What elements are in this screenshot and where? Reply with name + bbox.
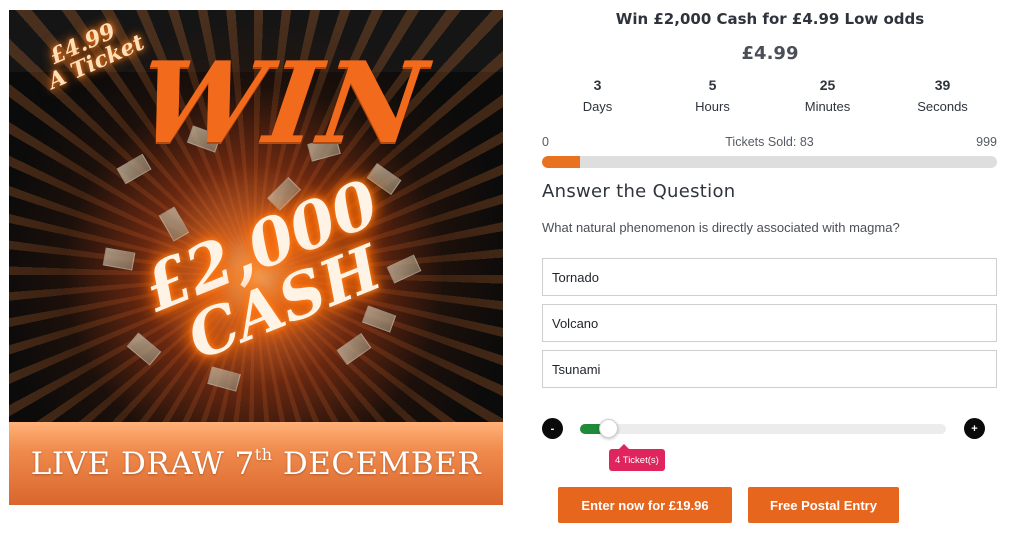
countdown-days: 3 Days (540, 76, 655, 115)
tickets-max-label: 999 (976, 135, 997, 149)
tickets-sold-row: 0 Tickets Sold: 83 999 (542, 135, 997, 151)
countdown-seconds-value: 39 (934, 77, 951, 93)
live-draw-text: LIVE DRAW 7th DECEMBER (31, 445, 481, 482)
competition-title: Win £2,000 Cash for £4.99 Low odds (615, 10, 925, 28)
question-text: What natural phenomenon is directly asso… (542, 220, 900, 235)
answer-option-tsunami[interactable]: Tsunami (542, 350, 997, 388)
ticket-count-tooltip: 4 Ticket(s) (609, 444, 665, 471)
draw-date-prefix: LIVE DRAW 7 (30, 446, 255, 482)
live-draw-banner: LIVE DRAW 7th DECEMBER (9, 422, 503, 505)
ticket-price: £4.99 (741, 43, 799, 64)
countdown-days-label: Days (582, 99, 613, 114)
countdown-days-value: 3 (593, 77, 602, 93)
free-postal-entry-button[interactable]: Free Postal Entry (748, 487, 899, 523)
countdown-minutes-label: Minutes (804, 99, 851, 114)
enter-now-button[interactable]: Enter now for £19.96 (558, 487, 732, 523)
competition-image: £4.99 A Ticket WIN £2,000 CASH LIVE DRAW… (9, 10, 503, 505)
countdown-hours-value: 5 (708, 77, 717, 93)
countdown-minutes: 25 Minutes (770, 76, 885, 115)
ticket-slider-handle[interactable] (599, 419, 619, 438)
countdown-timer: 3 Days 5 Hours 25 Minutes 39 Seconds (540, 76, 1000, 115)
countdown-seconds-label: Seconds (917, 99, 968, 114)
countdown-seconds: 39 Seconds (885, 76, 1000, 115)
win-headline: WIN (129, 38, 435, 169)
competition-panel: Win £2,000 Cash for £4.99 Low odds £4.99… (540, 0, 1000, 539)
countdown-minutes-value: 25 (819, 77, 836, 93)
draw-month: DECEMBER (272, 446, 482, 482)
tickets-progress-fill (542, 156, 580, 168)
answer-option-volcano[interactable]: Volcano (542, 304, 997, 342)
tickets-progress-bar (542, 156, 997, 168)
increase-tickets-button[interactable]: + (964, 418, 985, 439)
countdown-hours-label: Hours (695, 99, 730, 114)
countdown-hours: 5 Hours (655, 76, 770, 115)
decrease-tickets-button[interactable]: - (542, 418, 563, 439)
answer-option-tornado[interactable]: Tornado (542, 258, 997, 296)
draw-date-suffix-sup: th (254, 445, 273, 464)
tickets-sold-label: Tickets Sold: 83 (725, 135, 814, 149)
question-heading: Answer the Question (542, 181, 736, 202)
ticket-quantity-slider[interactable] (580, 419, 946, 438)
